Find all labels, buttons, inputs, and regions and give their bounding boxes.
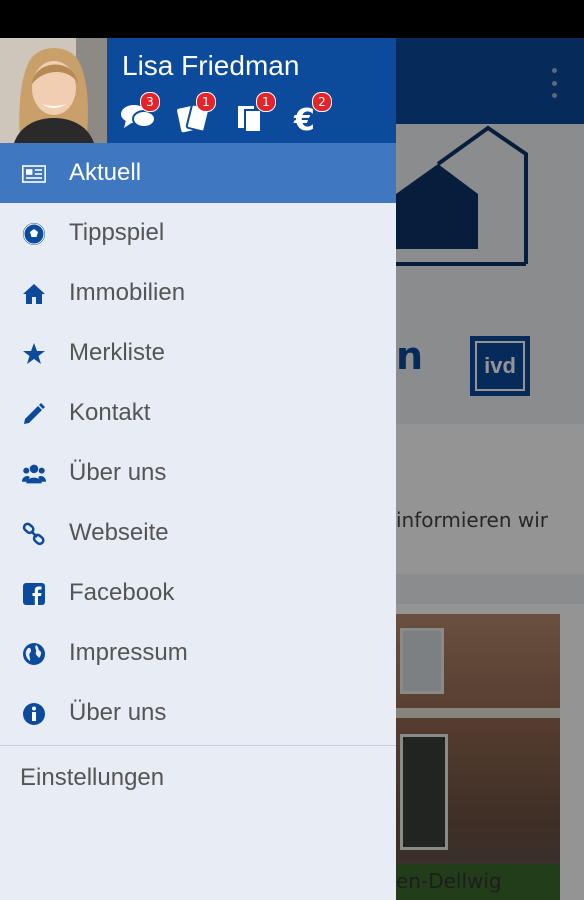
- menu-item-kontakt[interactable]: Kontakt: [0, 383, 396, 443]
- badge-count: 1: [196, 92, 216, 112]
- group-icon: [22, 462, 46, 486]
- menu-label: Immobilien: [69, 279, 186, 306]
- link-icon: [22, 522, 46, 546]
- menu-divider: [0, 745, 396, 746]
- documents-badge-button[interactable]: 1: [236, 92, 276, 138]
- home-icon: [22, 282, 46, 306]
- drawer-menu: Aktuell Tippspiel Immobilien Merkliste K…: [0, 143, 396, 746]
- menu-item-impressum[interactable]: Impressum: [0, 623, 396, 683]
- cards-badge-button[interactable]: 1: [176, 92, 216, 138]
- user-name: Lisa Friedman: [122, 50, 300, 81]
- profile-header: Lisa Friedman 3 1 1 € 2: [0, 38, 396, 143]
- facebook-icon: [22, 582, 46, 606]
- status-bar: [0, 0, 584, 38]
- badge-count: 2: [312, 92, 332, 112]
- badge-count: 1: [256, 92, 276, 112]
- avatar[interactable]: [0, 38, 107, 143]
- menu-label: Über uns: [69, 699, 167, 726]
- menu-item-aktuell[interactable]: Aktuell: [0, 143, 396, 203]
- menu-item-tippspiel[interactable]: Tippspiel: [0, 203, 396, 263]
- menu-item-immobilien[interactable]: Immobilien: [0, 263, 396, 323]
- user-photo-icon: [0, 38, 107, 143]
- menu-item-webseite[interactable]: Webseite: [0, 503, 396, 563]
- badge-count: 3: [140, 92, 160, 112]
- menu-label: Facebook: [69, 579, 175, 606]
- settings-link[interactable]: Einstellungen: [20, 764, 164, 792]
- menu-item-facebook[interactable]: Facebook: [0, 563, 396, 623]
- globe-icon: [22, 642, 46, 666]
- newspaper-icon: [22, 162, 46, 186]
- menu-item-info[interactable]: Über uns: [0, 683, 396, 743]
- menu-label: Impressum: [69, 639, 188, 666]
- finance-badge-button[interactable]: € 2: [292, 92, 332, 138]
- menu-label: Webseite: [69, 519, 169, 546]
- navigation-drawer: Lisa Friedman 3 1 1 € 2 Aktuell Tippspie…: [0, 38, 396, 900]
- notification-badges: 3 1 1 € 2: [120, 92, 390, 138]
- pencil-icon: [22, 402, 46, 426]
- info-icon: [22, 702, 46, 726]
- star-icon: [22, 342, 46, 366]
- menu-label: Über uns: [69, 459, 167, 486]
- menu-item-ueber-uns[interactable]: Über uns: [0, 443, 396, 503]
- messages-badge-button[interactable]: 3: [120, 92, 160, 138]
- menu-item-merkliste[interactable]: Merkliste: [0, 323, 396, 383]
- soccer-ball-icon: [22, 222, 46, 246]
- svg-text:€: €: [293, 103, 315, 134]
- menu-label: Merkliste: [69, 339, 166, 366]
- menu-label: Tippspiel: [69, 219, 165, 246]
- menu-label: Kontakt: [69, 399, 151, 426]
- menu-label: Aktuell: [69, 159, 142, 186]
